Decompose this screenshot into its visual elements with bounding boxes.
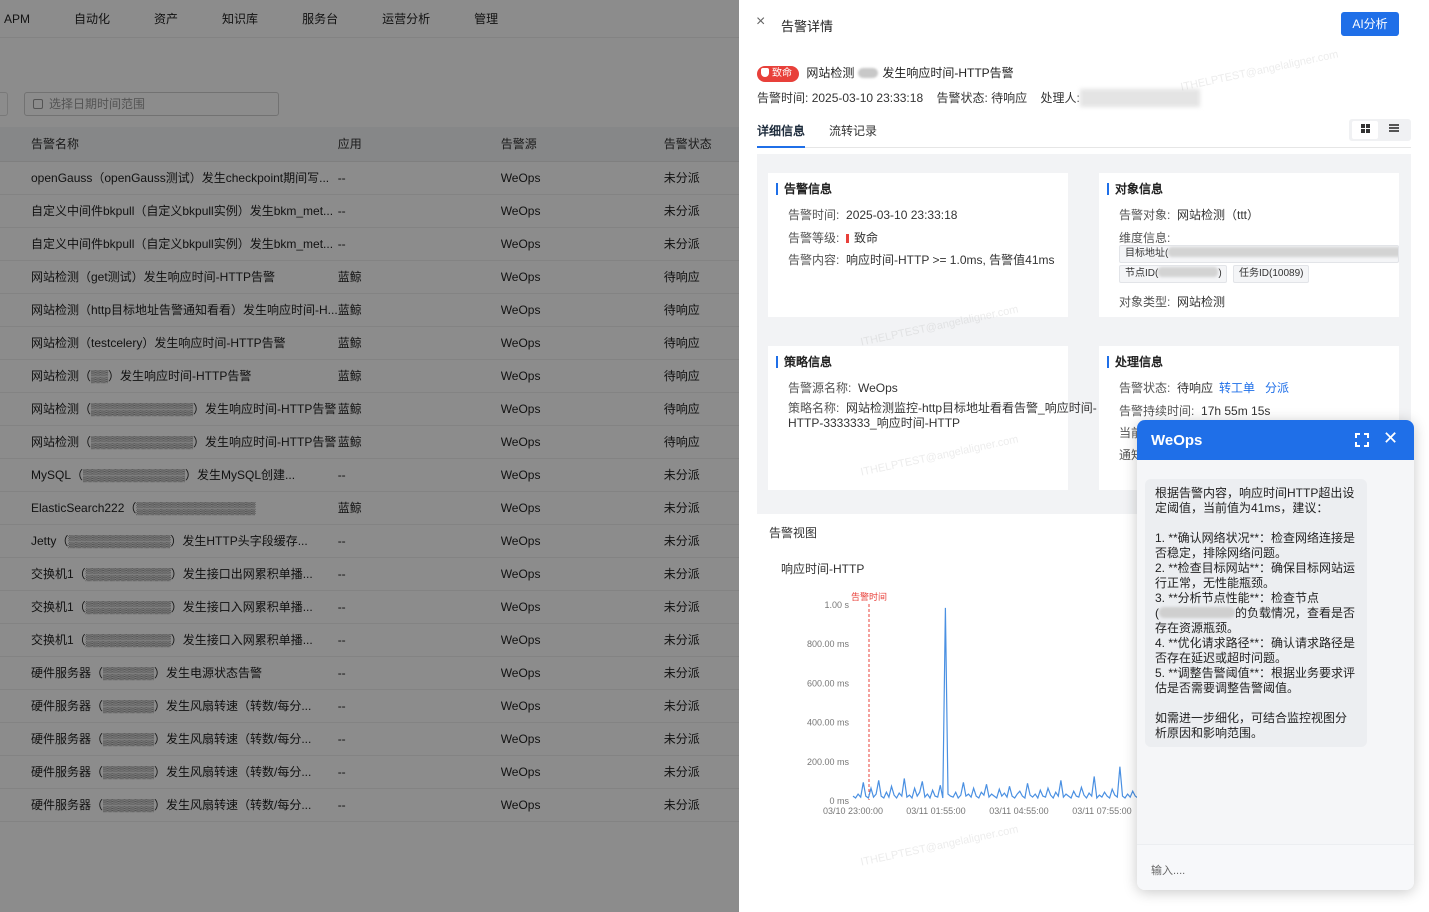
- alert-summary: 致命 网站检测 发生响应时间-HTTP告警: [757, 64, 1014, 82]
- view-toggle: [1349, 119, 1411, 141]
- chat-title: WeOps: [1151, 432, 1203, 449]
- chat-input[interactable]: 输入....: [1137, 844, 1414, 890]
- tab-details[interactable]: 详细信息: [757, 122, 806, 148]
- level-marker: [846, 234, 850, 243]
- dimension-tag-task: 任务ID(10089): [1233, 265, 1309, 283]
- alert-time-row: 告警时间: 2025-03-10 23:33:18: [788, 208, 958, 222]
- alert-level-row: 告警等级: 致命: [788, 231, 879, 245]
- y-tick-label: 1.00 s: [824, 600, 849, 610]
- fullscreen-icon[interactable]: [1355, 433, 1369, 447]
- chat-input-placeholder: 输入....: [1151, 865, 1186, 877]
- alert-info-card: 告警信息 告警时间: 2025-03-10 23:33:18 告警等级: 致命 …: [768, 173, 1068, 317]
- assign-link[interactable]: 分派: [1265, 381, 1289, 395]
- drawer-title: 告警详情: [781, 19, 834, 34]
- redacted-handler: [1079, 89, 1200, 107]
- alert-status: 待响应: [991, 91, 1028, 105]
- card-title: 告警信息: [776, 183, 832, 195]
- list-view-button[interactable]: [1381, 121, 1407, 139]
- transfer-ticket-link[interactable]: 转工单: [1219, 381, 1255, 395]
- card-title: 处理信息: [1107, 356, 1163, 368]
- alert-object-row: 告警对象: 网站检测（ttt）: [1119, 208, 1260, 222]
- close-icon[interactable]: ×: [756, 14, 765, 30]
- object-info-card: 对象信息 告警对象: 网站检测（ttt） 维度信息: 目标地址( 节点ID() …: [1099, 173, 1399, 317]
- dimension-tag-target: 目标地址(: [1119, 245, 1399, 263]
- redacted-text: [858, 68, 879, 78]
- strategy-info-card: 策略信息 告警源名称: WeOps 策略名称: 网站检测监控-http目标地址看…: [768, 346, 1097, 490]
- duration-row: 告警持续时间: 17h 55m 15s: [1119, 404, 1271, 418]
- alert-name: 网站检测 发生响应时间-HTTP告警: [806, 66, 1014, 80]
- drawer-header: × 告警详情 AI分析: [739, 0, 1429, 46]
- x-tick-label: 03/11 07:55:00: [1072, 806, 1131, 816]
- y-tick-label: 800.00 ms: [807, 639, 850, 649]
- x-tick-label: 03/11 01:55:00: [906, 806, 965, 816]
- alert-content-row: 告警内容: 响应时间-HTTP >= 1.0ms, 告警值41ms: [788, 253, 1055, 267]
- card-title: 策略信息: [776, 356, 832, 368]
- series-line: [852, 607, 1144, 800]
- dimension-label: 维度信息:: [1119, 231, 1171, 245]
- y-tick-label: 200.00 ms: [807, 757, 850, 767]
- assistant-message: 根据告警内容，响应时间HTTP超出设定阈值，当前值为41ms，建议： 1. **…: [1145, 479, 1367, 747]
- strategy-name-row: 策略名称: 网站检测监控-http目标地址看看告警_响应时间- HTTP-3333…: [788, 401, 1097, 430]
- list-icon: [1389, 124, 1399, 132]
- chat-messages: 根据告警内容，响应时间HTTP超出设定阈值，当前值为41ms，建议： 1. **…: [1137, 460, 1414, 844]
- chart-title: 响应时间-HTTP: [781, 562, 865, 576]
- dimension-tag-node: 节点ID(): [1119, 265, 1227, 283]
- source-name-row: 告警源名称: WeOps: [788, 381, 898, 395]
- drawer-overlay-mask[interactable]: [0, 0, 739, 912]
- response-time-chart: 0 ms 200.00 ms 400.00 ms 600.00 ms 800.00 ms…: [807, 591, 1144, 816]
- handle-status-row: 告警状态: 待响应 转工单 分派: [1119, 381, 1290, 395]
- y-tick-label: 600.00 ms: [807, 678, 850, 688]
- ai-analysis-button[interactable]: AI分析: [1341, 12, 1399, 36]
- object-type-row: 对象类型: 网站检测: [1119, 295, 1226, 309]
- shield-icon: [761, 68, 769, 77]
- alert-time: 2025-03-10 23:33:18: [811, 91, 924, 105]
- alert-meta: 告警时间: 2025-03-10 23:33:18 告警状态: 待响应 处理人:: [757, 89, 1200, 107]
- severity-badge: 致命: [757, 66, 799, 82]
- weops-chat-window: WeOps ✕ 根据告警内容，响应时间HTTP超出设定阈值，当前值为41ms，建…: [1137, 420, 1414, 890]
- tab-flow-records[interactable]: 流转记录: [829, 122, 877, 139]
- redacted-text: [1159, 607, 1235, 618]
- grid-icon: [1360, 124, 1370, 133]
- x-tick-label: 03/11 04:55:00: [989, 806, 1048, 816]
- x-tick-label: 03/10 23:00:00: [823, 806, 883, 816]
- detail-tabs: 详细信息 流转记录: [757, 118, 1411, 148]
- alert-time-marker-label: 告警时间: [851, 591, 887, 602]
- y-tick-label: 400.00 ms: [807, 718, 850, 728]
- y-tick-label: 0 ms: [829, 796, 849, 806]
- close-icon[interactable]: ✕: [1383, 429, 1398, 447]
- chat-header: WeOps ✕: [1137, 420, 1414, 460]
- chart-card-title: 告警视图: [769, 526, 818, 540]
- redacted-text: [1168, 247, 1398, 257]
- watermark: ITHELPTEST@angelaligner.com: [1179, 48, 1340, 94]
- grid-view-button[interactable]: [1352, 121, 1378, 139]
- card-title: 对象信息: [1107, 183, 1163, 195]
- alert-list-page: APM 自动化 资产 知识库 服务台 运营分析 管理 选择日期时间范围 告警名称…: [0, 0, 739, 912]
- redacted-text: [1158, 267, 1219, 277]
